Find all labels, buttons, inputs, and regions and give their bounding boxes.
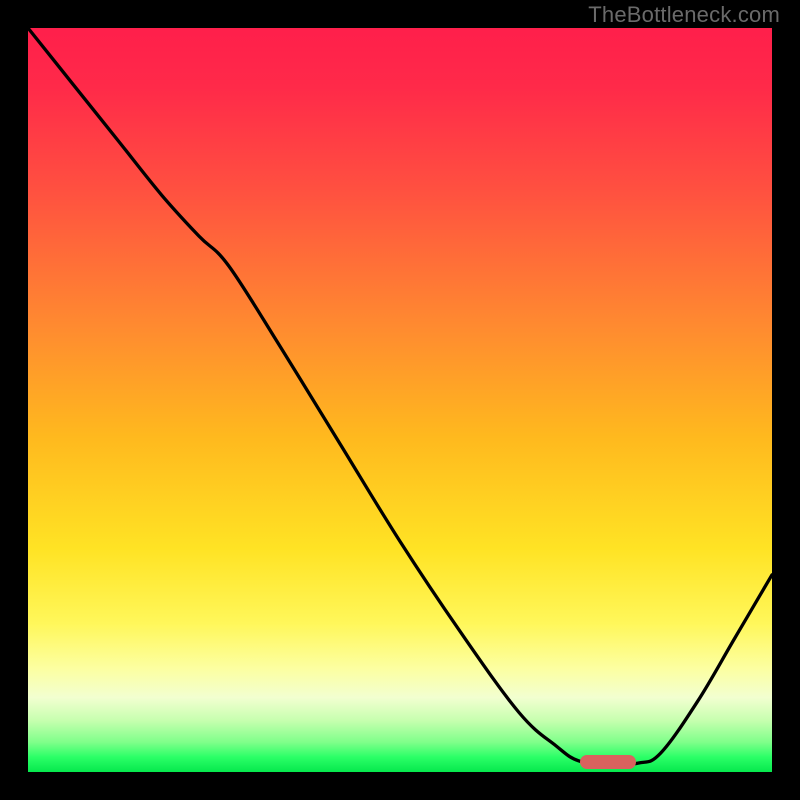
watermark-text: TheBottleneck.com [588, 2, 780, 28]
chart-frame [28, 28, 772, 772]
bottleneck-curve [28, 28, 772, 765]
chart-curve-svg [28, 28, 772, 772]
